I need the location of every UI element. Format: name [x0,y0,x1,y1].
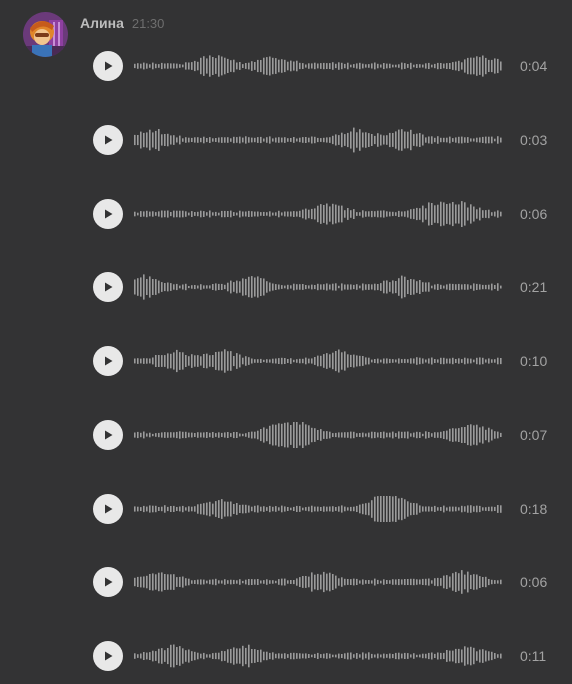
waveform[interactable] [133,50,503,82]
play-button[interactable] [93,346,123,376]
play-icon [105,651,113,661]
waveform[interactable] [133,419,503,451]
play-button[interactable] [93,51,123,81]
play-button[interactable] [93,419,123,450]
waveform[interactable] [133,345,503,377]
voice-duration: 0:21 [520,279,548,296]
voice-duration: 0:03 [520,131,548,148]
voice-duration: 0:04 [520,58,548,74]
voice-duration: 0:07 [520,426,548,443]
voice-message: 0:06 [93,566,563,598]
play-button[interactable] [93,124,123,155]
waveform[interactable] [133,124,503,156]
avatar[interactable] [23,12,68,57]
play-button[interactable] [93,641,123,671]
waveform[interactable] [133,271,503,303]
waveform[interactable] [133,566,503,598]
voice-duration: 0:10 [520,353,548,369]
voice-message: 0:11 [93,640,563,672]
play-icon [105,430,113,440]
message-header: Алина 21:30 [80,15,164,31]
play-icon [105,504,113,513]
play-icon [105,209,113,218]
waveform[interactable] [133,640,503,672]
waveform[interactable] [133,198,503,230]
voice-message: 0:06 [93,198,563,230]
voice-message: 0:03 [93,124,563,156]
voice-message: 0:21 [93,271,563,303]
voice-duration: 0:06 [520,574,548,591]
voice-message: 0:07 [93,419,563,451]
avatar-image [23,12,68,57]
play-icon [105,282,113,292]
message-time: 21:30 [131,16,165,31]
voice-duration: 0:06 [520,205,548,222]
play-button[interactable] [93,493,123,524]
sender-name[interactable]: Алина [80,15,124,31]
voice-message: 0:18 [93,493,563,525]
play-icon [105,577,113,587]
play-icon [105,135,113,145]
voice-message: 0:10 [93,345,563,377]
waveform[interactable] [133,493,503,525]
voice-duration: 0:11 [520,648,547,664]
play-icon [105,356,113,366]
play-icon [105,61,113,71]
play-button[interactable] [93,198,123,229]
voice-message: 0:04 [93,50,563,82]
play-button[interactable] [93,567,123,598]
voice-duration: 0:18 [520,500,548,517]
play-button[interactable] [93,272,123,303]
